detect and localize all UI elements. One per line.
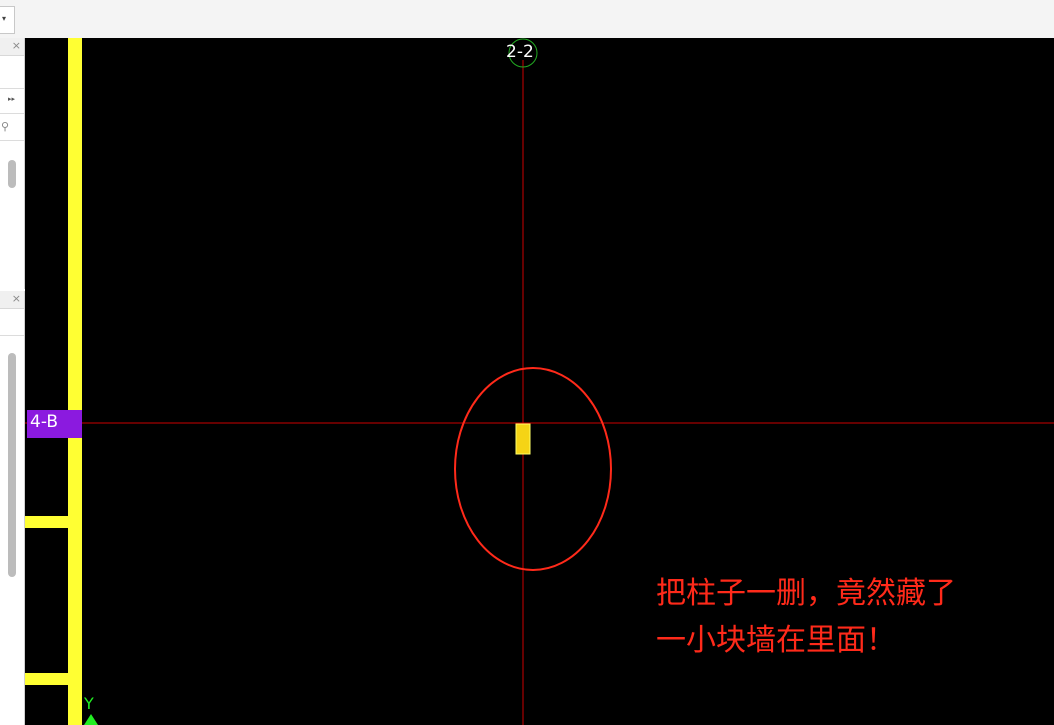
- highlight-circle: [454, 367, 612, 571]
- cad-canvas[interactable]: 2-2 4-B Y 把柱子一删，竟然藏了 一小块墙在里面！: [25, 38, 1054, 725]
- close-icon[interactable]: ×: [12, 292, 21, 306]
- expand-icon[interactable]: ▸▸: [8, 95, 15, 103]
- top-toolbar: ▾: [0, 0, 1054, 39]
- axis-left-tag: 4-B: [27, 410, 82, 438]
- close-icon[interactable]: ×: [12, 39, 21, 53]
- hidden-wall-block: [515, 423, 531, 455]
- divider: [0, 113, 24, 114]
- annotation-line-2: 一小块墙在里面！: [656, 623, 896, 658]
- annotation-line-1: 把柱子一删，竟然藏了: [656, 576, 956, 611]
- wall-horizontal-lower: [25, 673, 71, 685]
- panel-header: ×: [0, 291, 24, 309]
- left-panel-top: × ▸▸ ⚲: [0, 38, 25, 289]
- search-icon[interactable]: ⚲: [1, 120, 9, 133]
- wall-horizontal-upper: [25, 516, 71, 528]
- y-axis-arrow: [84, 714, 98, 725]
- y-axis-label: Y: [84, 694, 94, 713]
- annotation-text: 把柱子一删，竟然藏了 一小块墙在里面！: [656, 570, 956, 664]
- divider: [0, 140, 24, 141]
- scrollbar-thumb[interactable]: [8, 353, 16, 577]
- axis-top-label: 2-2: [506, 42, 534, 62]
- divider: [0, 335, 24, 336]
- axis-left-label: 4-B: [30, 412, 59, 432]
- scrollbar-thumb[interactable]: [8, 160, 16, 188]
- divider: [0, 88, 24, 89]
- wall-vertical: [68, 38, 82, 725]
- dropdown-button[interactable]: ▾: [0, 6, 15, 34]
- left-panel-bottom: ×: [0, 291, 25, 725]
- chevron-down-icon: ▾: [2, 14, 7, 23]
- panel-header: ×: [0, 38, 24, 56]
